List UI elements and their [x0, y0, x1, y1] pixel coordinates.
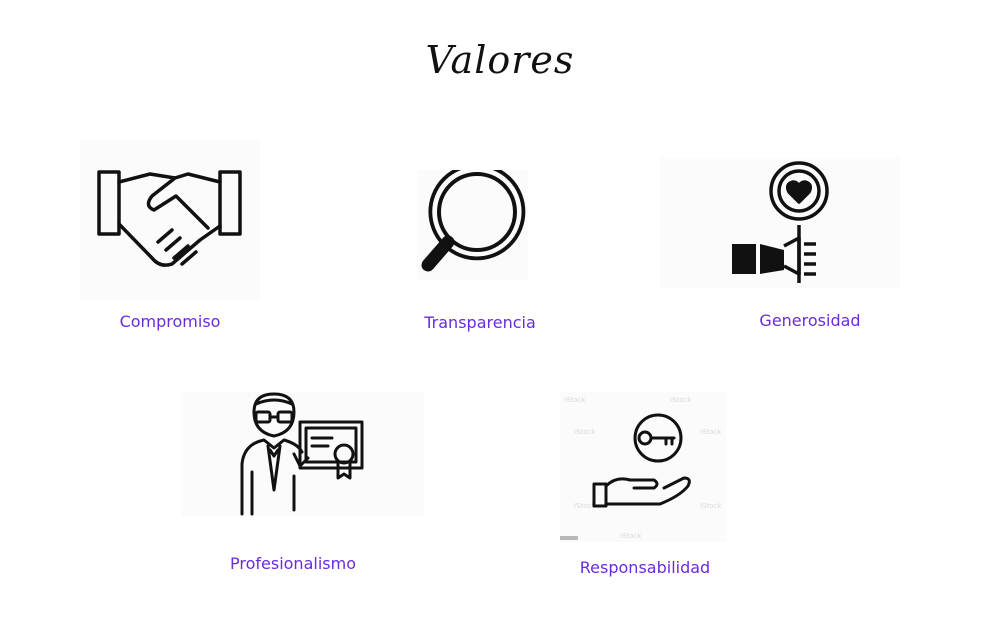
handshake-icon — [80, 140, 260, 300]
value-card-compromiso: Compromiso — [80, 140, 260, 340]
value-card-generosidad: Generosidad — [660, 158, 900, 338]
professional-certificate-icon — [182, 392, 424, 516]
value-card-profesionalismo: Profesionalismo — [182, 392, 424, 582]
value-label: Transparencia — [424, 313, 536, 332]
value-card-responsabilidad: iStock iStock iStock iStock iStock iStoc… — [560, 392, 730, 582]
value-label: Generosidad — [759, 311, 861, 330]
value-label: Responsabilidad — [579, 558, 711, 577]
value-card-transparencia: Transparencia — [410, 160, 550, 340]
value-label: Profesionalismo — [230, 554, 356, 573]
heart-donation-icon — [660, 158, 900, 288]
hand-key-icon: iStock iStock iStock iStock iStock iStoc… — [560, 392, 726, 542]
page-title: Valores — [425, 38, 575, 82]
magnifying-glass-icon — [418, 170, 528, 280]
value-label: Compromiso — [119, 312, 221, 331]
